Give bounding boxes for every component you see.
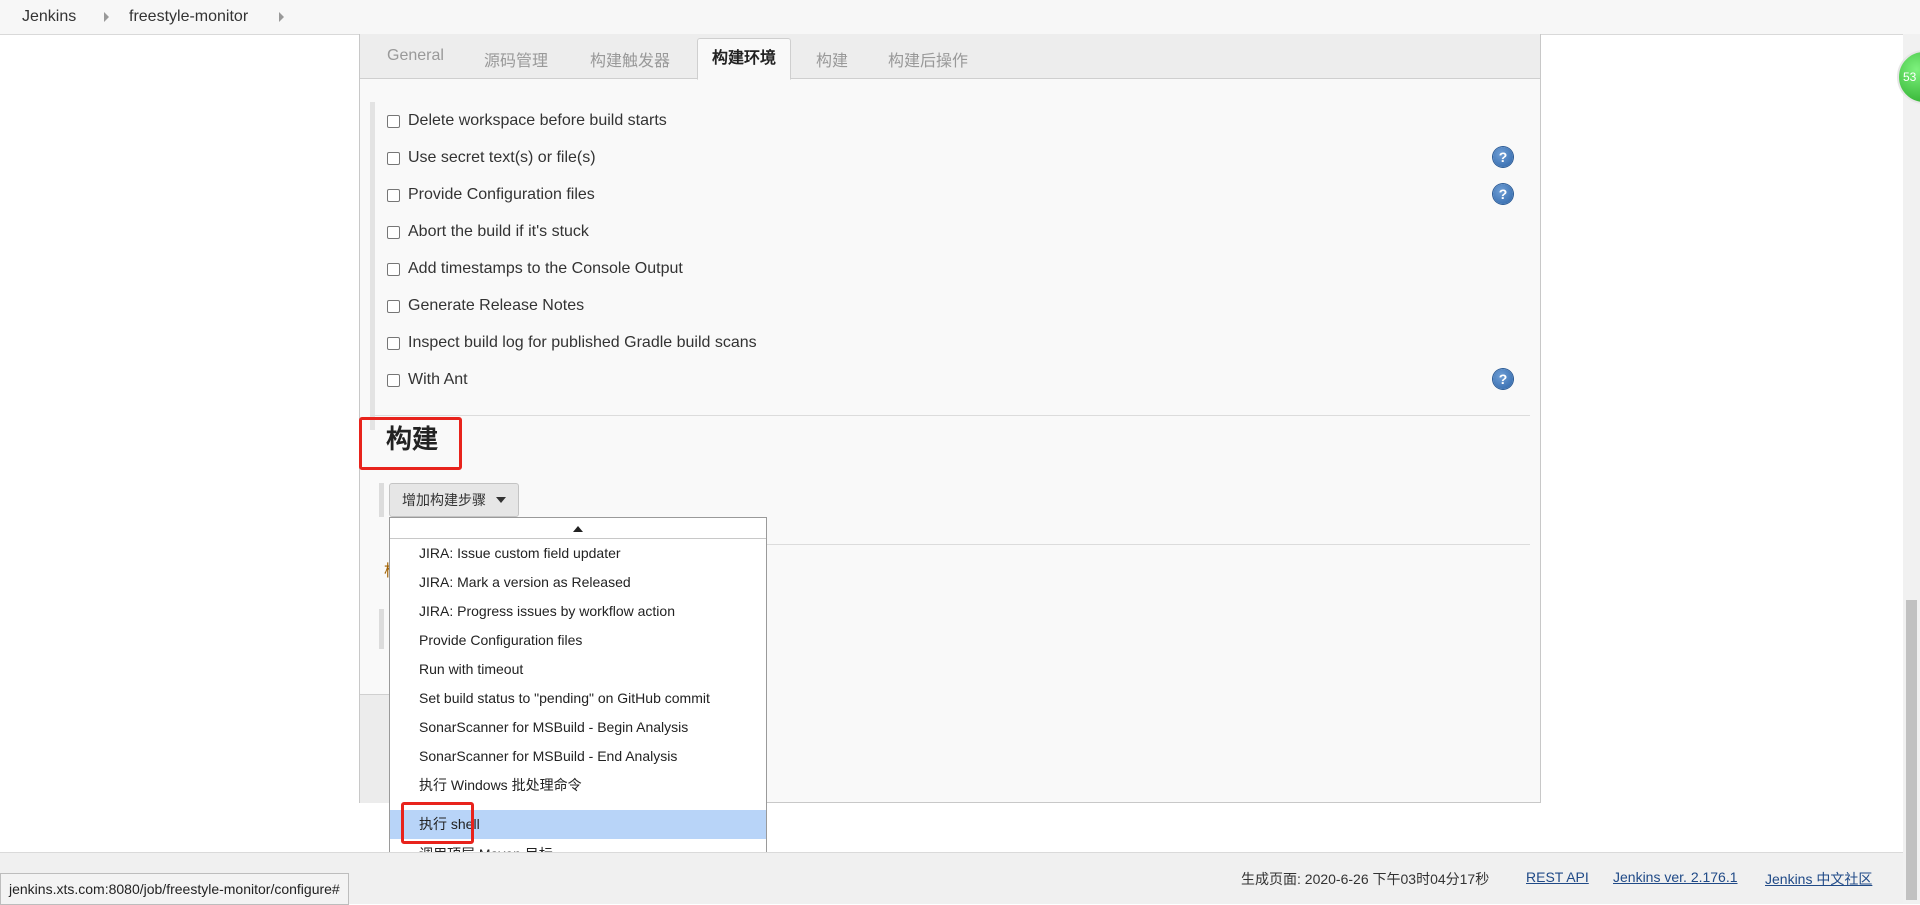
option-secret-text[interactable]: Use secret text(s) or file(s) xyxy=(387,146,596,170)
divider xyxy=(370,415,1530,416)
gradle-scans-checkbox[interactable] xyxy=(387,336,400,350)
option-label: Generate Release Notes xyxy=(408,297,585,314)
highlight-box xyxy=(359,417,462,470)
config-tabbar: General 源码管理 构建触发器 构建环境 构建 构建后操作 xyxy=(360,34,1540,80)
option-label: Delete workspace before build starts xyxy=(408,112,667,129)
option-release-notes[interactable]: Generate Release Notes xyxy=(387,294,584,318)
menu-item[interactable]: Set build status to "pending" on GitHub … xyxy=(390,684,766,713)
tab-general[interactable]: General xyxy=(387,47,444,65)
scrollbar-thumb[interactable] xyxy=(1906,600,1917,900)
jenkins-community-link[interactable]: Jenkins 中文社区 xyxy=(1765,869,1872,889)
menu-item[interactable]: JIRA: Issue custom field updater xyxy=(390,539,766,568)
tab-scm[interactable]: 源码管理 xyxy=(484,47,548,71)
generated-timestamp: 生成页面: 2020-6-26 下午03时04分17秒 xyxy=(1241,871,1490,887)
option-label: Provide Configuration files xyxy=(408,186,595,203)
option-label: Use secret text(s) or file(s) xyxy=(408,149,596,166)
help-icon[interactable]: ? xyxy=(1493,184,1513,204)
option-delete-workspace[interactable]: Delete workspace before build starts xyxy=(387,109,667,133)
option-config-files[interactable]: Provide Configuration files xyxy=(387,183,595,207)
option-label: Inspect build log for published Gradle b… xyxy=(408,334,757,351)
breadcrumb: Jenkins freestyle-monitor xyxy=(0,0,1920,35)
with-ant-checkbox[interactable] xyxy=(387,373,400,387)
timestamps-checkbox[interactable] xyxy=(387,262,400,276)
section-rail xyxy=(379,609,384,649)
menu-item[interactable]: Run with timeout xyxy=(390,655,766,684)
status-url-tooltip: jenkins.xts.com:8080/job/freestyle-monit… xyxy=(0,873,349,905)
section-rail xyxy=(379,483,384,517)
jenkins-version-link[interactable]: Jenkins ver. 2.176.1 xyxy=(1613,869,1738,885)
menu-item[interactable]: SonarScanner for MSBuild - End Analysis xyxy=(390,742,766,771)
tab-build[interactable]: 构建 xyxy=(816,47,848,71)
option-with-ant[interactable]: With Ant xyxy=(387,368,468,392)
section-rail xyxy=(370,102,375,430)
menu-item[interactable]: SonarScanner for MSBuild - Begin Analysi… xyxy=(390,713,766,742)
menu-item[interactable]: JIRA: Progress issues by workflow action xyxy=(390,597,766,626)
help-icon[interactable]: ? xyxy=(1493,369,1513,389)
breadcrumb-chevron-icon[interactable] xyxy=(104,12,109,22)
config-files-checkbox[interactable] xyxy=(387,188,400,202)
menu-item[interactable]: 执行 Windows 批处理命令 xyxy=(390,771,766,800)
menu-item[interactable]: Provide Configuration files xyxy=(390,626,766,655)
scroll-up-button[interactable] xyxy=(390,518,766,539)
delete-workspace-checkbox[interactable] xyxy=(387,114,400,128)
secret-text-checkbox[interactable] xyxy=(387,151,400,165)
add-build-step-button[interactable]: 增加构建步骤 xyxy=(389,483,519,517)
page-scrollbar[interactable] xyxy=(1903,34,1920,903)
tab-post-build[interactable]: 构建后操作 xyxy=(888,47,968,71)
option-label: Abort the build if it's stuck xyxy=(408,223,589,240)
help-icon[interactable]: ? xyxy=(1493,147,1513,167)
option-gradle-scans[interactable]: Inspect build log for published Gradle b… xyxy=(387,331,757,355)
breadcrumb-jenkins-link[interactable]: Jenkins xyxy=(22,8,76,26)
menu-item[interactable]: JIRA: Mark a version as Released xyxy=(390,568,766,597)
abort-stuck-checkbox[interactable] xyxy=(387,225,400,239)
tab-build-triggers[interactable]: 构建触发器 xyxy=(590,47,670,71)
option-abort-stuck[interactable]: Abort the build if it's stuck xyxy=(387,220,589,244)
option-label: With Ant xyxy=(408,371,468,388)
rest-api-link[interactable]: REST API xyxy=(1526,869,1589,885)
caret-down-icon xyxy=(496,497,506,503)
highlight-box xyxy=(401,802,474,844)
breadcrumb-chevron-icon[interactable] xyxy=(279,12,284,22)
breadcrumb-job-link[interactable]: freestyle-monitor xyxy=(129,8,248,26)
release-notes-checkbox[interactable] xyxy=(387,299,400,313)
option-timestamps[interactable]: Add timestamps to the Console Output xyxy=(387,257,683,281)
option-label: Add timestamps to the Console Output xyxy=(408,260,683,277)
add-build-step-label: 增加构建步骤 xyxy=(402,492,486,508)
tab-build-environment[interactable]: 构建环境 xyxy=(697,38,792,80)
arrow-up-icon xyxy=(573,526,583,532)
build-status-badge[interactable]: 53 xyxy=(1897,50,1920,104)
